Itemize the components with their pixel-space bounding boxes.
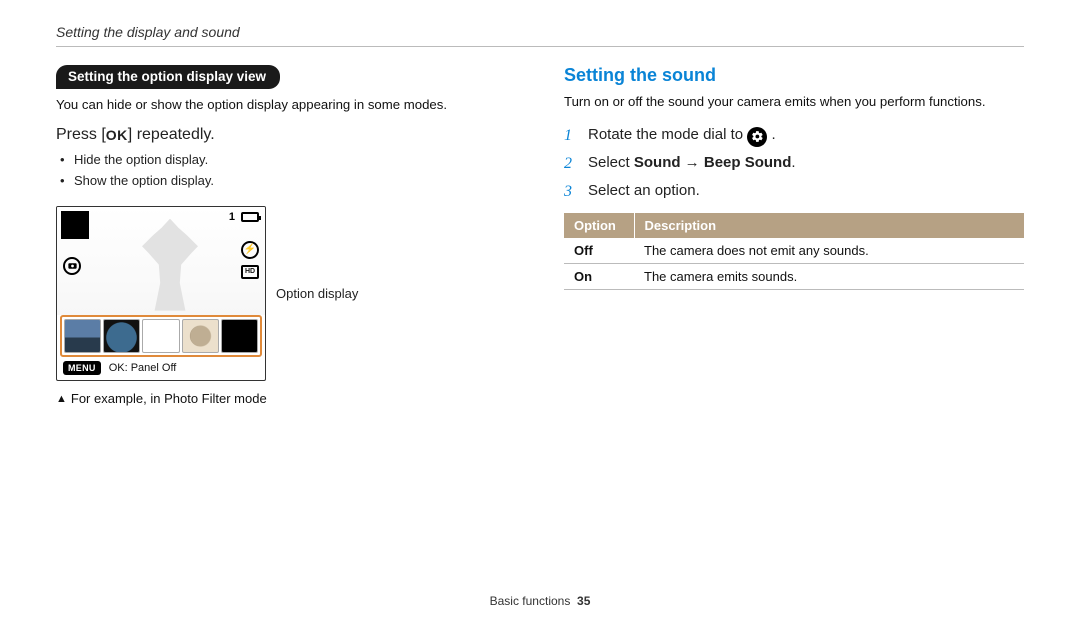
section-pill: Setting the option display view: [56, 65, 280, 89]
hd-icon: HD: [241, 265, 259, 279]
th-option: Option: [564, 213, 634, 238]
steps-list: Rotate the mode dial to . Select Sound →…: [564, 123, 1024, 203]
sound-heading: Setting the sound: [564, 65, 1024, 86]
opt-on: On: [564, 264, 634, 290]
bullet-show: Show the option display.: [74, 171, 516, 192]
settings-mode-icon: [747, 127, 767, 147]
filter-thumb: [221, 319, 258, 353]
opt-off: Off: [564, 238, 634, 264]
option-display-strip: [60, 315, 262, 357]
right-intro: Turn on or off the sound your camera emi…: [564, 94, 1024, 109]
right-column: Setting the sound Turn on or off the sou…: [564, 65, 1024, 406]
th-description: Description: [634, 213, 1024, 238]
shot-count: 1: [229, 211, 235, 223]
menu-button-icon: MENU: [63, 361, 101, 375]
filter-thumb: [103, 319, 140, 353]
press-instruction: Press [OK] repeatedly.: [56, 126, 516, 144]
battery-icon: [241, 212, 259, 222]
left-column: Setting the option display view You can …: [56, 65, 516, 406]
step-2: Select Sound → Beep Sound.: [564, 151, 1024, 175]
desc-on: The camera emits sounds.: [634, 264, 1024, 290]
step-1-end: .: [771, 126, 775, 143]
camera-screenshot: 1 ⚡ HD: [56, 206, 266, 381]
instruction-prefix: Press [: [56, 126, 106, 143]
step-2-arrow: →: [681, 154, 704, 171]
flash-icon: ⚡: [241, 241, 259, 259]
step-2-bold-2: Beep Sound: [704, 154, 792, 171]
table-row: Off The camera does not emit any sounds.: [564, 238, 1024, 264]
filter-thumb: [142, 319, 179, 353]
instruction-suffix: ] repeatedly.: [128, 126, 215, 143]
filter-thumb: [64, 319, 101, 353]
person-silhouette: [135, 219, 205, 311]
table-row: On The camera emits sounds.: [564, 264, 1024, 290]
footer-page-number: 35: [577, 594, 590, 608]
up-triangle-icon: ▲: [56, 393, 67, 405]
status-text: OK: Panel Off: [109, 362, 177, 374]
option-display-annotation: Option display: [276, 286, 358, 301]
page-header: Setting the display and sound: [56, 24, 1024, 47]
example-caption: ▲ For example, in Photo Filter mode: [56, 391, 516, 406]
camera-icon: [63, 257, 81, 275]
page-footer: Basic functions 35: [0, 594, 1080, 608]
mode-icon: [61, 211, 89, 239]
step-1: Rotate the mode dial to .: [564, 123, 1024, 147]
step-2-end: .: [791, 154, 795, 171]
step-1-text: Rotate the mode dial to: [588, 126, 747, 143]
bullet-hide: Hide the option display.: [74, 150, 516, 171]
step-2-bold-1: Sound: [634, 154, 681, 171]
options-table: Option Description Off The camera does n…: [564, 213, 1024, 290]
ok-key-icon: OK: [106, 127, 128, 143]
footer-section: Basic functions: [490, 594, 571, 608]
desc-off: The camera does not emit any sounds.: [634, 238, 1024, 264]
effect-bullets: Hide the option display. Show the option…: [56, 150, 516, 192]
step-3: Select an option.: [564, 179, 1024, 203]
filter-thumb: [182, 319, 219, 353]
left-intro: You can hide or show the option display …: [56, 97, 516, 112]
step-2-pre: Select: [588, 154, 634, 171]
example-text: For example, in Photo Filter mode: [71, 391, 267, 406]
